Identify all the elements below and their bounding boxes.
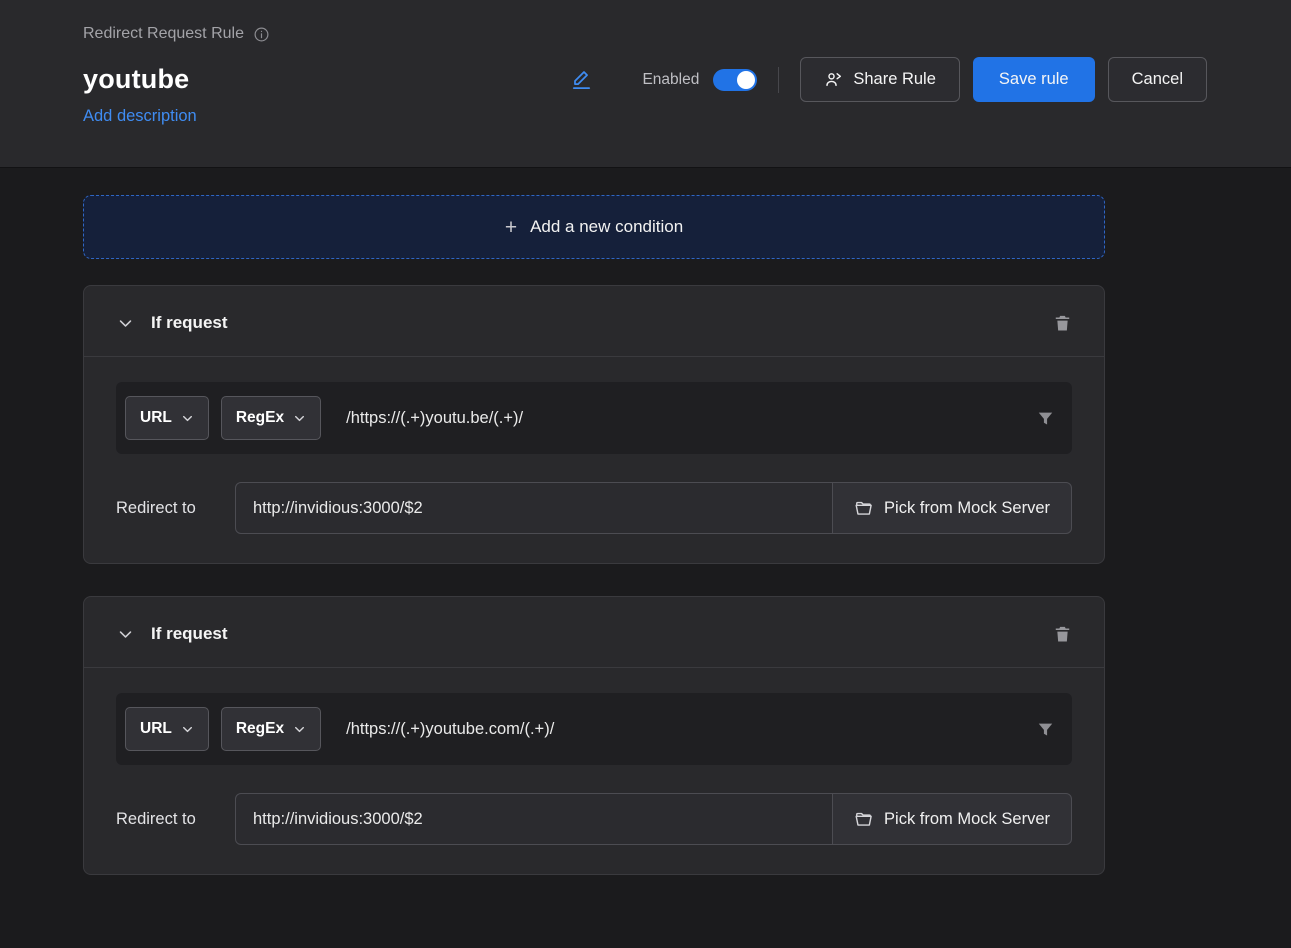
redirect-input-group: Pick from Mock Server: [235, 482, 1072, 534]
chevron-down-icon: [293, 412, 306, 425]
add-condition-label: Add a new condition: [530, 217, 683, 237]
share-person-icon: [824, 70, 843, 89]
operator-value: RegEx: [236, 720, 284, 738]
redirect-input-group: Pick from Mock Server: [235, 793, 1072, 845]
source-condition-row: URL RegEx: [116, 693, 1072, 765]
collapse-chevron-icon[interactable]: [117, 626, 134, 643]
chevron-down-icon: [293, 723, 306, 736]
condition-title: If request: [151, 313, 228, 333]
share-rule-label: Share Rule: [853, 70, 936, 89]
source-key-value: URL: [140, 720, 172, 738]
rule-type-label: Redirect Request Rule: [83, 25, 244, 43]
pick-mock-server-button[interactable]: Pick from Mock Server: [832, 793, 1072, 845]
operator-dropdown[interactable]: RegEx: [221, 707, 321, 751]
source-value-input[interactable]: [333, 409, 1024, 428]
condition-card-body: URL RegEx Redirect to: [84, 668, 1104, 874]
rule-name[interactable]: youtube: [83, 57, 197, 101]
source-value-input[interactable]: [333, 720, 1024, 739]
condition-card-header: If request: [84, 286, 1104, 357]
edit-rule-name-icon[interactable]: [570, 68, 593, 91]
share-rule-button[interactable]: Share Rule: [800, 57, 960, 102]
redirect-url-input[interactable]: [235, 482, 833, 534]
source-key-dropdown[interactable]: URL: [125, 396, 209, 440]
redirect-row: Redirect to Pick from Mock Server: [116, 793, 1072, 845]
rule-type-row: Redirect Request Rule: [83, 25, 1207, 43]
cancel-label: Cancel: [1132, 70, 1183, 89]
add-condition-button[interactable]: + Add a new condition: [83, 195, 1105, 259]
info-icon[interactable]: [253, 26, 270, 43]
enabled-toggle[interactable]: [713, 69, 757, 91]
pick-mock-server-button[interactable]: Pick from Mock Server: [832, 482, 1072, 534]
filter-icon[interactable]: [1036, 409, 1055, 428]
add-description-link[interactable]: Add description: [83, 107, 197, 126]
chevron-down-icon: [181, 723, 194, 736]
cancel-button[interactable]: Cancel: [1108, 57, 1207, 102]
vertical-divider: [778, 67, 779, 93]
toggle-knob: [737, 71, 755, 89]
rule-editor-body: + Add a new condition If request URL: [0, 168, 1291, 875]
header-actions: Enabled Share Rule Save rule Cancel: [570, 57, 1207, 102]
condition-title: If request: [151, 624, 228, 644]
rule-editor-header: Redirect Request Rule youtube Add descri…: [0, 0, 1291, 168]
pick-mock-server-label: Pick from Mock Server: [884, 810, 1050, 829]
redirect-to-label: Redirect to: [116, 810, 235, 829]
operator-dropdown[interactable]: RegEx: [221, 396, 321, 440]
operator-value: RegEx: [236, 409, 284, 427]
source-condition-row: URL RegEx: [116, 382, 1072, 454]
redirect-to-label: Redirect to: [116, 499, 235, 518]
condition-card: If request URL RegEx: [83, 596, 1105, 875]
pick-mock-server-label: Pick from Mock Server: [884, 499, 1050, 518]
open-folder-icon: [854, 499, 873, 518]
delete-condition-icon[interactable]: [1053, 624, 1072, 644]
source-key-dropdown[interactable]: URL: [125, 707, 209, 751]
delete-condition-icon[interactable]: [1053, 313, 1072, 333]
save-rule-label: Save rule: [999, 70, 1069, 89]
chevron-down-icon: [181, 412, 194, 425]
save-rule-button[interactable]: Save rule: [973, 57, 1095, 102]
redirect-url-input[interactable]: [235, 793, 833, 845]
rule-name-block: youtube Add description: [83, 57, 197, 126]
condition-card-body: URL RegEx Redirect to: [84, 357, 1104, 563]
condition-card: If request URL RegEx: [83, 285, 1105, 564]
plus-icon: +: [505, 217, 517, 238]
collapse-chevron-icon[interactable]: [117, 315, 134, 332]
open-folder-icon: [854, 810, 873, 829]
filter-icon[interactable]: [1036, 720, 1055, 739]
condition-card-header: If request: [84, 597, 1104, 668]
enabled-label: Enabled: [642, 71, 699, 89]
redirect-row: Redirect to Pick from Mock Server: [116, 482, 1072, 534]
source-key-value: URL: [140, 409, 172, 427]
